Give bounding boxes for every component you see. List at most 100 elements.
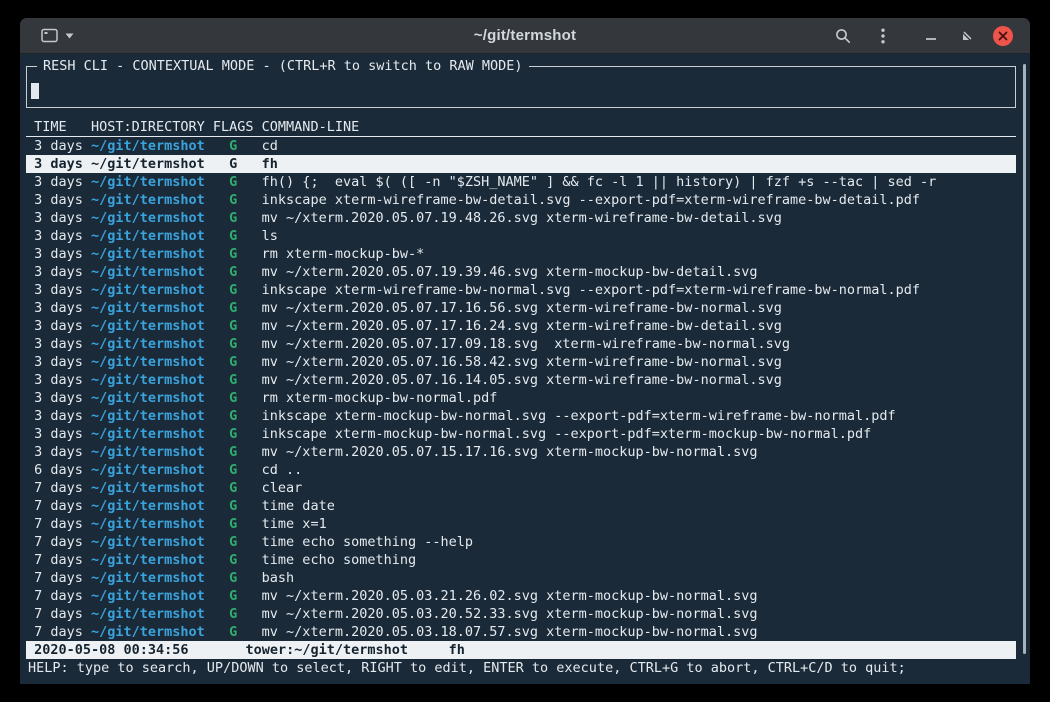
- row-time: 3 days: [34, 443, 83, 461]
- search-icon: [835, 28, 851, 44]
- history-row[interactable]: 3 days ~/git/termshot G inkscape xterm-w…: [26, 191, 1016, 209]
- history-row[interactable]: 7 days ~/git/termshot G time date: [26, 497, 1016, 515]
- row-time: 3 days: [34, 245, 83, 263]
- row-flag: G: [213, 461, 254, 479]
- row-time: 7 days: [34, 605, 83, 623]
- row-time: 7 days: [34, 569, 83, 587]
- row-flag: G: [213, 227, 254, 245]
- row-command: mv ~/xterm.2020.05.07.17.16.56.svg xterm…: [262, 299, 1016, 317]
- row-time: 7 days: [34, 587, 83, 605]
- history-row[interactable]: 3 days ~/git/termshot G inkscape xterm-w…: [26, 281, 1016, 299]
- row-flag: G: [213, 137, 254, 155]
- close-button[interactable]: [990, 23, 1016, 49]
- row-flag: G: [213, 389, 254, 407]
- history-row[interactable]: 3 days ~/git/termshot G rm xterm-mockup-…: [26, 245, 1016, 263]
- row-time: 7 days: [34, 623, 83, 641]
- help-line: HELP: type to search, UP/DOWN to select,…: [26, 659, 1016, 677]
- status-command: fh: [449, 641, 465, 659]
- history-row[interactable]: 3 days ~/git/termshot G mv ~/xterm.2020.…: [26, 335, 1016, 353]
- scrollbar[interactable]: [1023, 64, 1026, 654]
- history-row[interactable]: 3 days ~/git/termshot G rm xterm-mockup-…: [26, 389, 1016, 407]
- row-command: rm xterm-mockup-bw-*: [262, 245, 1016, 263]
- row-command: mv ~/xterm.2020.05.07.16.58.42.svg xterm…: [262, 353, 1016, 371]
- history-row[interactable]: 7 days ~/git/termshot G mv ~/xterm.2020.…: [26, 623, 1016, 641]
- row-flag: G: [213, 191, 254, 209]
- text-cursor: [31, 83, 39, 99]
- row-command: mv ~/xterm.2020.05.07.19.39.46.svg xterm…: [262, 263, 1016, 281]
- close-icon: [993, 26, 1013, 46]
- history-row[interactable]: 3 days ~/git/termshot G fh() {; eval $( …: [26, 173, 1016, 191]
- row-directory: ~/git/termshot: [91, 137, 205, 155]
- row-directory: ~/git/termshot: [91, 551, 205, 569]
- kebab-menu-icon: [881, 28, 885, 44]
- row-directory: ~/git/termshot: [91, 245, 205, 263]
- history-row[interactable]: 3 days ~/git/termshot G mv ~/xterm.2020.…: [26, 443, 1016, 461]
- row-flag: G: [213, 353, 254, 371]
- history-row[interactable]: 7 days ~/git/termshot G time echo someth…: [26, 551, 1016, 569]
- row-directory: ~/git/termshot: [91, 587, 205, 605]
- history-row[interactable]: 7 days ~/git/termshot G time x=1: [26, 515, 1016, 533]
- row-flag: G: [213, 299, 254, 317]
- row-time: 3 days: [34, 335, 83, 353]
- row-flag: G: [213, 569, 254, 587]
- history-row[interactable]: 3 days ~/git/termshot G cd: [26, 137, 1016, 155]
- history-row[interactable]: 7 days ~/git/termshot G mv ~/xterm.2020.…: [26, 605, 1016, 623]
- row-flag: G: [213, 173, 254, 191]
- row-flag: G: [213, 317, 254, 335]
- row-directory: ~/git/termshot: [91, 281, 205, 299]
- row-command: ls: [262, 227, 1016, 245]
- row-directory: ~/git/termshot: [91, 209, 205, 227]
- row-command: mv ~/xterm.2020.05.03.20.52.33.svg xterm…: [262, 605, 1016, 623]
- resh-search-box[interactable]: RESH CLI - CONTEXTUAL MODE - (CTRL+R to …: [26, 66, 1016, 108]
- row-flag: G: [213, 497, 254, 515]
- row-flag: G: [213, 335, 254, 353]
- row-command: inkscape xterm-mockup-bw-normal.svg --ex…: [262, 407, 1016, 425]
- history-row[interactable]: 3 days ~/git/termshot G inkscape xterm-m…: [26, 407, 1016, 425]
- history-row[interactable]: 3 days ~/git/termshot G fh: [26, 155, 1016, 173]
- row-directory: ~/git/termshot: [91, 425, 205, 443]
- maximize-icon: [961, 30, 973, 42]
- row-flag: G: [213, 533, 254, 551]
- row-command: clear: [262, 479, 1016, 497]
- search-button[interactable]: [830, 23, 856, 49]
- minimize-icon: [925, 30, 937, 42]
- row-flag: G: [213, 605, 254, 623]
- history-row[interactable]: 3 days ~/git/termshot G mv ~/xterm.2020.…: [26, 317, 1016, 335]
- maximize-button[interactable]: [954, 23, 980, 49]
- history-row[interactable]: 6 days ~/git/termshot G cd ..: [26, 461, 1016, 479]
- history-row[interactable]: 3 days ~/git/termshot G mv ~/xterm.2020.…: [26, 353, 1016, 371]
- new-tab-button[interactable]: [36, 25, 79, 46]
- menu-button[interactable]: [870, 23, 896, 49]
- desktop-background: { "colors": { "titlebar_bg": "#34383c", …: [0, 0, 1050, 702]
- header-command-line: COMMAND-LINE: [262, 118, 1016, 136]
- history-row[interactable]: 7 days ~/git/termshot G clear: [26, 479, 1016, 497]
- row-directory: ~/git/termshot: [91, 263, 205, 281]
- row-command: time date: [262, 497, 1016, 515]
- row-time: 3 days: [34, 227, 83, 245]
- history-row[interactable]: 7 days ~/git/termshot G mv ~/xterm.2020.…: [26, 587, 1016, 605]
- row-command: mv ~/xterm.2020.05.07.17.09.18.svg xterm…: [262, 335, 1016, 353]
- history-row[interactable]: 3 days ~/git/termshot G mv ~/xterm.2020.…: [26, 299, 1016, 317]
- row-directory: ~/git/termshot: [91, 533, 205, 551]
- history-row[interactable]: 3 days ~/git/termshot G mv ~/xterm.2020.…: [26, 209, 1016, 227]
- history-row[interactable]: 3 days ~/git/termshot G mv ~/xterm.2020.…: [26, 263, 1016, 281]
- terminal-screen[interactable]: RESH CLI - CONTEXTUAL MODE - (CTRL+R to …: [20, 54, 1030, 684]
- titlebar[interactable]: ~/git/termshot: [20, 18, 1030, 54]
- history-row[interactable]: 3 days ~/git/termshot G mv ~/xterm.2020.…: [26, 371, 1016, 389]
- history-list: 3 days ~/git/termshot G cd 3 days ~/git/…: [26, 137, 1016, 641]
- row-command: time echo something --help: [262, 533, 1016, 551]
- row-command: fh: [262, 155, 1016, 173]
- minimize-button[interactable]: [918, 23, 944, 49]
- history-row[interactable]: 7 days ~/git/termshot G bash: [26, 569, 1016, 587]
- header-flags: FLAGS: [213, 118, 254, 136]
- row-flag: G: [213, 515, 254, 533]
- history-row[interactable]: 3 days ~/git/termshot G ls: [26, 227, 1016, 245]
- history-row[interactable]: 3 days ~/git/termshot G inkscape xterm-m…: [26, 425, 1016, 443]
- row-command: inkscape xterm-wireframe-bw-detail.svg -…: [262, 191, 1016, 209]
- row-directory: ~/git/termshot: [91, 335, 205, 353]
- row-command: mv ~/xterm.2020.05.07.19.48.26.svg xterm…: [262, 209, 1016, 227]
- row-command: rm xterm-mockup-bw-normal.pdf: [262, 389, 1016, 407]
- status-datetime: 2020-05-08 00:34:56: [34, 641, 188, 659]
- history-row[interactable]: 7 days ~/git/termshot G time echo someth…: [26, 533, 1016, 551]
- row-time: 3 days: [34, 209, 83, 227]
